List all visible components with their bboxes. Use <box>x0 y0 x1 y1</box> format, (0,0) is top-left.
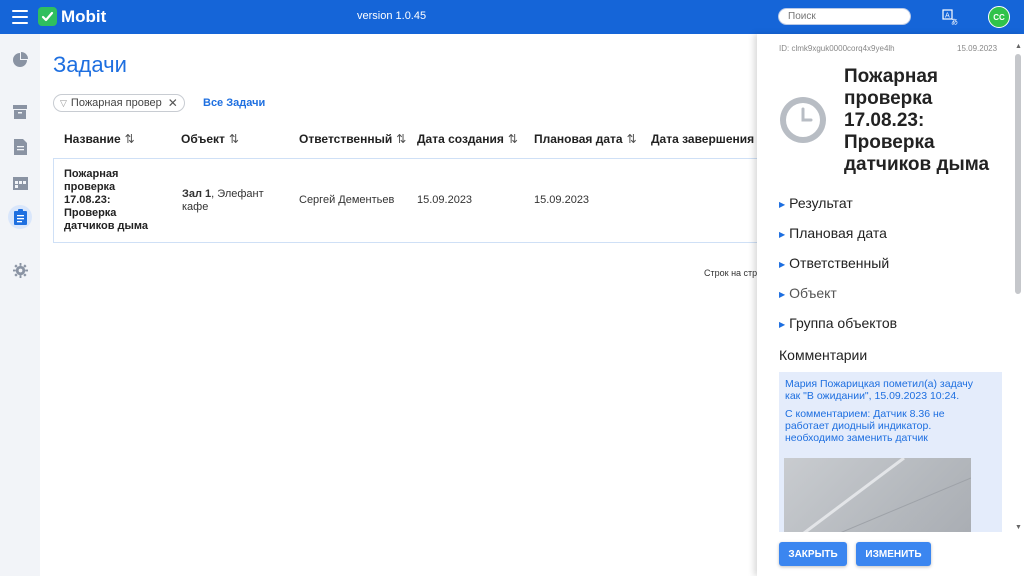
close-button[interactable]: ЗАКРЫТЬ <box>779 542 847 566</box>
sidebar-item-tasks[interactable] <box>8 205 32 229</box>
task-date: 15.09.2023 <box>957 44 998 53</box>
clipboard-icon <box>13 209 27 225</box>
sidebar-item-documents[interactable] <box>8 135 32 159</box>
column-header-object[interactable]: Объект ⇅ <box>181 132 239 146</box>
archive-icon <box>13 105 27 119</box>
filter-chip[interactable]: ▽ Пожарная провер ✕ <box>53 94 185 112</box>
filter-chip-label: Пожарная провер <box>70 97 162 109</box>
section-object[interactable]: ▶ Объект <box>779 285 837 301</box>
sort-icon: ⇅ <box>396 132 407 146</box>
rows-per-page-label: Строк на стр <box>704 268 757 278</box>
sort-icon: ⇅ <box>124 132 135 146</box>
task-title: Пожарная проверка 17.08.23: Проверка дат… <box>844 66 990 175</box>
task-object: Зал 1, Элефант кафе <box>182 188 264 213</box>
column-header-responsible[interactable]: Ответственный ⇅ <box>299 132 406 146</box>
task-name: Пожарная проверка 17.08.23: Проверка дат… <box>64 168 149 232</box>
comments-heading: Комментарии <box>779 347 868 363</box>
version-label: version 1.0.45 <box>357 10 427 22</box>
all-tasks-link[interactable]: Все Задачи <box>203 97 265 109</box>
expand-arrow-icon: ▶ <box>779 259 786 269</box>
sort-icon: ⇅ <box>507 132 518 146</box>
close-icon[interactable]: ✕ <box>168 96 178 110</box>
app-name: Mobit <box>61 7 107 26</box>
section-result[interactable]: ▶ Результат <box>779 195 853 211</box>
svg-text:A: A <box>945 12 950 20</box>
sidebar-item-archive[interactable] <box>8 100 32 124</box>
section-responsible[interactable]: ▶ Ответственный <box>779 255 889 271</box>
edit-button[interactable]: ИЗМЕНИТЬ <box>856 542 931 566</box>
logo-check-icon <box>38 7 57 26</box>
task-planned-date: 15.09.2023 <box>534 194 590 206</box>
top-bar: Mobit version 1.0.45 Aあ CC <box>0 0 1024 34</box>
task-created-date: 15.09.2023 <box>417 194 473 206</box>
column-header-name[interactable]: Название ⇅ <box>64 132 135 146</box>
document-icon <box>13 139 27 155</box>
section-planned-date[interactable]: ▶ Плановая дата <box>779 225 887 241</box>
expand-arrow-icon: ▶ <box>779 289 786 299</box>
expand-arrow-icon: ▶ <box>779 229 786 239</box>
translate-icon[interactable]: Aあ <box>941 8 959 26</box>
task-id: ID: clmk9xguk0000corq4x9ye4lh <box>779 44 895 53</box>
hamburger-menu-icon[interactable] <box>12 10 28 24</box>
svg-text:あ: あ <box>951 18 958 25</box>
comment-card: Мария Пожарицкая пометил(а) задачу как "… <box>779 372 1002 532</box>
search-input[interactable] <box>778 8 911 25</box>
comment-body-text: С комментарием: Датчик 8.36 не работает … <box>785 408 945 444</box>
filter-icon: ▽ <box>60 97 67 108</box>
avatar[interactable]: CC <box>988 6 1010 28</box>
expand-arrow-icon: ▶ <box>779 319 786 329</box>
scroll-down-icon[interactable]: ▼ <box>1015 524 1022 531</box>
sidebar-item-calendar[interactable] <box>8 170 32 194</box>
sidebar-item-settings[interactable] <box>8 258 32 282</box>
sort-icon: ⇅ <box>626 132 637 146</box>
page-title: Задачи <box>53 52 127 77</box>
comment-status-text: Мария Пожарицкая пометил(а) задачу как "… <box>785 378 974 402</box>
sort-icon: ⇅ <box>228 132 239 146</box>
comment-photo[interactable] <box>784 458 971 532</box>
column-header-created[interactable]: Дата создания ⇅ <box>417 132 518 146</box>
expand-arrow-icon: ▶ <box>779 199 786 209</box>
table-row[interactable]: Пожарная проверка 17.08.23: Проверка дат… <box>53 158 763 243</box>
clock-icon <box>779 96 827 144</box>
sidebar <box>0 34 40 576</box>
pie-chart-icon <box>13 52 28 67</box>
scroll-up-icon[interactable]: ▲ <box>1015 43 1022 50</box>
calendar-icon <box>12 176 28 190</box>
column-header-planned[interactable]: Плановая дата ⇅ <box>534 132 637 146</box>
sidebar-item-dashboard[interactable] <box>8 48 32 72</box>
task-responsible: Сергей Дементьев <box>299 194 395 206</box>
scrollbar-thumb[interactable] <box>1015 54 1021 294</box>
column-header-completed[interactable]: Дата завершения <box>651 132 757 146</box>
section-object-group[interactable]: ▶ Группа объектов <box>779 315 897 331</box>
gear-icon <box>12 262 28 278</box>
